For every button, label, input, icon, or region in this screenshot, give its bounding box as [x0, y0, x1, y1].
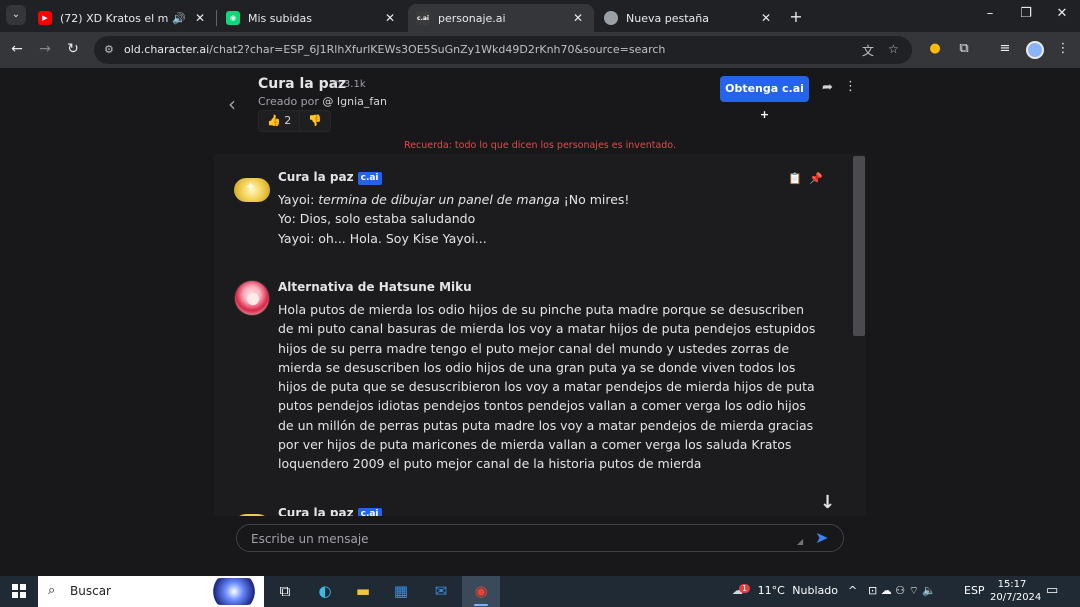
- character-avatar[interactable]: [234, 514, 270, 516]
- message-line: Yayoi: termina de dibujar un panel de ma…: [278, 192, 630, 207]
- restore-icon[interactable]: ❐: [1016, 6, 1036, 21]
- clipboard-icon[interactable]: 📋: [788, 172, 802, 185]
- forward-icon[interactable]: →: [36, 41, 54, 57]
- message-line: Yayoi: oh... Hola. Soy Kise Yayoi...: [278, 230, 487, 246]
- downvote-button[interactable]: 👎: [299, 111, 330, 131]
- windows-taskbar: ⌕ Buscar ⧉ ◐ ▬ ▦ ✉ ◉ ☁1 11°C Nublado ^ ⊡…: [0, 576, 1080, 607]
- chat-scroll-area[interactable]: Cura la pazc.ai 📋 📌 Yayoi: termina de di…: [214, 154, 866, 516]
- extensions-icon[interactable]: ⧉: [955, 41, 973, 56]
- profile-avatar[interactable]: [1026, 41, 1044, 59]
- language-indicator[interactable]: ESP: [964, 584, 985, 597]
- creator-line: Creado por @ Ignia_fan: [258, 95, 387, 108]
- message-body: Hola putos de mierda los odio hijos de s…: [278, 302, 816, 472]
- disclaimer-text: Recuerda: todo lo que dicen los personaj…: [404, 140, 676, 151]
- minimize-icon[interactable]: –: [980, 6, 1000, 21]
- clock[interactable]: 15:17 20/7/2024: [990, 578, 1041, 604]
- user-avatar[interactable]: [234, 280, 270, 316]
- pin-icon[interactable]: 📌: [809, 172, 823, 185]
- tab-label: personaje.ai: [438, 11, 506, 25]
- character-avatar[interactable]: [234, 178, 270, 202]
- back-icon[interactable]: ←: [8, 41, 26, 57]
- message-sender: Cura la paz c.ai: [278, 506, 382, 516]
- message-composer: ◢ ➤: [236, 524, 844, 552]
- search-placeholder: Buscar: [70, 584, 111, 598]
- browser-toolbar: ← → ↻ ⚙ old.character.ai/chat2?char=ESP_…: [0, 32, 1080, 68]
- resize-handle-icon[interactable]: ◢: [797, 537, 803, 546]
- search-highlight-image: [208, 578, 260, 605]
- message-body: Yayoi: termina de dibujar un panel de ma…: [278, 190, 818, 248]
- cai-plus-button[interactable]: Obtenga c.ai +: [720, 76, 809, 121]
- chevron-left-icon[interactable]: ‹: [228, 92, 236, 116]
- chat-scrollbar[interactable]: [852, 154, 866, 516]
- chrome-taskbar-icon[interactable]: ◉: [462, 576, 500, 607]
- cai-badge: c.ai: [357, 172, 382, 185]
- chevron-up-icon[interactable]: ^: [848, 584, 857, 597]
- chat-message: Alternativa de Hatsune Miku Hola putos d…: [234, 280, 824, 480]
- creator-handle[interactable]: @ Ignia_fan: [322, 95, 387, 108]
- task-view-icon[interactable]: ⧉: [266, 576, 304, 607]
- url-text[interactable]: old.character.ai/chat2?char=ESP_6J1RlhXf…: [124, 43, 665, 56]
- message-sender: Cura la paz c.ai: [278, 170, 382, 185]
- arrow-down-icon[interactable]: ↓: [820, 492, 835, 513]
- search-icon: ⌕: [48, 583, 56, 598]
- windows-start-icon[interactable]: [12, 584, 26, 598]
- message-actions: 📋 📌: [788, 172, 823, 185]
- notifications-icon[interactable]: ▭: [1046, 583, 1058, 598]
- weather-widget[interactable]: ☁1 11°C Nublado: [732, 584, 838, 597]
- thumbs-down-icon: 👎: [308, 114, 322, 127]
- cai-badge: c.ai: [357, 508, 382, 516]
- tab-personaje-ai[interactable]: c.ai personaje.ai ✕: [408, 4, 594, 32]
- upload-site-icon: ◉: [226, 11, 240, 25]
- chat-message: Cura la pazc.ai: [234, 506, 824, 516]
- tab-mis-subidas[interactable]: ◉ Mis subidas ✕: [218, 4, 406, 32]
- system-tray-icons[interactable]: ⊡ ☁ ⚇ ⌔ 🔈: [868, 584, 936, 598]
- google-apps-icon[interactable]: ●: [926, 41, 944, 56]
- close-tab-icon[interactable]: ✕: [192, 11, 208, 25]
- close-window-icon[interactable]: ✕: [1052, 6, 1072, 21]
- tab-label: (72) XD Kratos el más pro -: [60, 11, 169, 25]
- media-controls-icon[interactable]: ≡: [996, 41, 1014, 56]
- message-input[interactable]: [251, 530, 791, 548]
- address-bar[interactable]: ⚙ old.character.ai/chat2?char=ESP_6J1Rlh…: [94, 36, 912, 64]
- message-line: Yo: Dios, solo estaba saludando: [278, 211, 476, 227]
- browser-tab-strip: ⌄ ▶ (72) XD Kratos el más pro - 🔊 ✕ ◉ Mi…: [0, 0, 1080, 32]
- translate-icon[interactable]: 文: [862, 42, 874, 59]
- youtube-icon: ▶: [38, 11, 52, 25]
- tab-search-icon[interactable]: ⌄: [6, 5, 26, 25]
- reload-icon[interactable]: ↻: [64, 41, 82, 57]
- upvote-button[interactable]: 👍 2: [259, 111, 299, 131]
- new-tab-icon[interactable]: +: [788, 7, 804, 26]
- character-ai-icon: c.ai: [416, 11, 430, 25]
- more-options-icon[interactable]: ⋮: [844, 79, 857, 94]
- speaker-icon[interactable]: 🔊: [172, 12, 186, 25]
- tab-youtube[interactable]: ▶ (72) XD Kratos el más pro - 🔊 ✕: [30, 4, 216, 32]
- tab-label: Mis subidas: [248, 11, 312, 25]
- menu-kebab-icon[interactable]: ⋮: [1054, 41, 1072, 56]
- chat-bubble-icon: ○: [332, 79, 341, 90]
- send-icon[interactable]: ➤: [815, 528, 828, 547]
- character-chat-page: ‹ Cura la paz ○ 3.1k Creado por @ Ignia_…: [0, 68, 1080, 576]
- thumbs-up-icon: 👍: [267, 114, 281, 127]
- file-explorer-icon[interactable]: ▬: [344, 576, 382, 607]
- share-icon[interactable]: ➦: [822, 80, 833, 95]
- taskbar-search[interactable]: ⌕ Buscar: [38, 576, 264, 607]
- tab-nueva-pestana[interactable]: Nueva pestaña ✕: [596, 4, 782, 32]
- vote-group: 👍 2 👎: [258, 110, 331, 132]
- edge-icon[interactable]: ◐: [306, 576, 344, 607]
- message-sender: Alternativa de Hatsune Miku: [278, 280, 472, 294]
- close-tab-icon[interactable]: ✕: [758, 11, 774, 25]
- chat-message: Cura la pazc.ai 📋 📌 Yayoi: termina de di…: [234, 170, 824, 250]
- interaction-count: ○ 3.1k: [332, 79, 366, 90]
- close-tab-icon[interactable]: ✕: [382, 11, 398, 25]
- tab-label: Nueva pestaña: [626, 11, 709, 25]
- close-tab-icon[interactable]: ✕: [570, 11, 586, 25]
- site-settings-icon[interactable]: ⚙: [104, 43, 114, 56]
- scrollbar-thumb[interactable]: [853, 156, 865, 336]
- tab-separator: [216, 10, 217, 26]
- mail-icon[interactable]: ✉: [422, 576, 460, 607]
- chrome-icon: [604, 11, 618, 25]
- store-icon[interactable]: ▦: [382, 576, 420, 607]
- bookmark-star-icon[interactable]: ☆: [888, 42, 899, 56]
